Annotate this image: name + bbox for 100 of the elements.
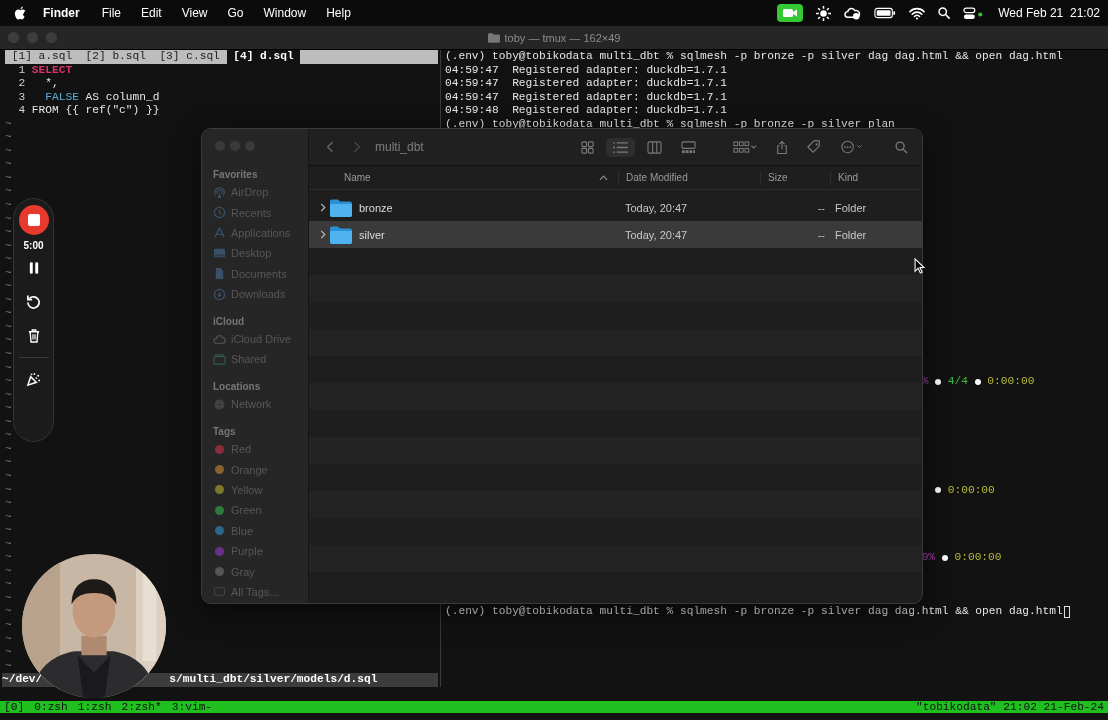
editor-tab[interactable]: [1] a.sql <box>5 50 79 64</box>
empty-line-marker: ~ <box>5 469 12 484</box>
brightness-icon[interactable] <box>816 5 832 21</box>
stop-recording-button[interactable] <box>18 205 49 235</box>
terminal-line: 04:59:47 Registered adapter: duckdb=1.7.1 <box>445 63 728 78</box>
empty-line-marker: ~ <box>5 185 12 199</box>
camera-icon[interactable] <box>777 4 804 22</box>
code-line: *, <box>44 77 59 91</box>
wifi-icon[interactable] <box>909 6 926 20</box>
empty-line-marker: ~ <box>5 442 12 457</box>
empty-line-marker: ~ <box>5 375 12 389</box>
apple-logo-icon[interactable] <box>14 6 26 20</box>
date-modified: Today, 20:47 <box>624 201 689 214</box>
separator-dot <box>935 378 942 385</box>
restart-icon[interactable] <box>26 294 41 309</box>
empty-line-marker: ~ <box>5 253 12 267</box>
terminal-line: 04:59:47 Registered adapter: duckdb=1.7.1 <box>445 77 728 91</box>
editor-tab[interactable]: [3] c.sql <box>152 50 227 64</box>
icon-view-icon[interactable] <box>581 140 594 154</box>
folder-icon <box>330 225 352 244</box>
terminal-command: (.env) toby@tobikodata multi_dbt % sqlmesh -p bronze -p silver dag dag.html && open dag.html <box>445 605 1063 619</box>
more-icon[interactable] <box>840 140 864 154</box>
empty-line-marker: ~ <box>5 361 12 376</box>
code-line: SELECT <box>31 63 73 78</box>
empty-line-marker: ~ <box>5 456 12 470</box>
gallery-view-icon[interactable] <box>681 140 696 154</box>
empty-line-marker: ~ <box>5 537 12 552</box>
doc-icon <box>213 267 226 281</box>
column-view-icon[interactable] <box>647 140 662 154</box>
pause-icon[interactable] <box>28 262 39 274</box>
tag-icon[interactable] <box>807 140 821 154</box>
apps-icon <box>213 226 226 240</box>
menu-bar-clock[interactable]: Wed Feb 21 21:02 <box>998 6 1100 20</box>
line-number: 2 <box>17 77 26 91</box>
empty-line-marker: ~ <box>5 415 12 430</box>
terminal-line: 04:59:48 Registered adapter: duckdb=1.7.1 <box>445 104 728 118</box>
confetti-icon[interactable] <box>26 372 41 387</box>
empty-line-marker: ~ <box>5 551 12 565</box>
folder-icon <box>487 32 500 43</box>
menu-item[interactable]: File <box>101 6 121 20</box>
session-label: [0] <box>4 700 25 714</box>
search-icon[interactable] <box>938 7 951 19</box>
terminal-line: 04:59:47 Registered adapter: duckdb=1.7.1 <box>445 90 728 105</box>
disclosure-icon[interactable] <box>320 230 326 239</box>
file-row[interactable]: silver Today, 20:47 -- Folder <box>309 221 922 248</box>
empty-line-marker: ~ <box>5 307 12 321</box>
disclosure-icon[interactable] <box>320 203 326 212</box>
file-size: -- <box>816 228 826 241</box>
tmux-window[interactable]: 3:vim- <box>171 700 213 714</box>
editor-tab[interactable]: [2] b.sql <box>78 50 153 64</box>
tmux-window[interactable]: 2:zsh* <box>121 700 162 714</box>
elapsed-time: 0:00:00 <box>947 483 995 498</box>
empty-line-marker: ~ <box>5 646 12 660</box>
separator-dot <box>941 555 948 561</box>
cloud-icon[interactable] <box>844 5 862 21</box>
file-name: silver <box>359 228 385 241</box>
window-title: toby — tmux — 162×49 <box>504 31 621 44</box>
line-number: 4 <box>17 104 26 118</box>
trash-icon[interactable] <box>27 329 40 343</box>
empty-line-marker: ~ <box>5 117 12 132</box>
column-header[interactable]: Kind <box>830 170 922 185</box>
recording-timer: 5:00 <box>23 240 44 251</box>
share-icon[interactable] <box>776 139 788 155</box>
menu-item[interactable]: Go <box>227 6 244 20</box>
file-kind: Folder <box>834 201 868 214</box>
empty-line-marker: ~ <box>5 293 12 308</box>
empty-line-marker: ~ <box>5 348 12 362</box>
empty-line-marker: ~ <box>5 334 12 349</box>
empty-line-marker: ~ <box>5 388 12 403</box>
menu-item[interactable]: View <box>181 6 208 20</box>
group-by-icon[interactable] <box>733 140 757 154</box>
column-header[interactable]: Date Modified <box>618 170 760 185</box>
file-row[interactable]: bronze Today, 20:47 -- Folder <box>309 194 922 221</box>
tmux-window[interactable]: 1:zsh <box>77 700 112 714</box>
tag-icon <box>213 585 226 599</box>
control-center-icon[interactable] <box>963 6 984 20</box>
menu-item[interactable]: Edit <box>141 6 162 20</box>
mouse-pointer-icon <box>914 258 925 274</box>
sidebar-heading: iCloud <box>213 314 246 329</box>
empty-line-marker: ~ <box>5 131 12 145</box>
elapsed-time: 0:00:00 <box>987 375 1035 389</box>
column-header[interactable]: Size <box>760 170 830 185</box>
back-icon[interactable] <box>326 141 334 153</box>
list-view-button[interactable] <box>606 137 635 157</box>
editor-tab[interactable]: [4] d.sql <box>226 50 301 64</box>
file-path: ~/dev/ <box>2 673 43 687</box>
terminal-line: (.env) toby@tobikodata multi_dbt % sqlmesh -p bronze -p silver plan <box>445 117 896 132</box>
empty-line-marker: ~ <box>5 280 12 294</box>
empty-line-marker: ~ <box>5 605 12 619</box>
app-menu[interactable]: Finder <box>43 6 80 20</box>
progress-percent: 0% <box>921 551 936 565</box>
menu-item[interactable]: Window <box>263 6 307 20</box>
menu-item[interactable]: Help <box>326 6 351 20</box>
separator-dot <box>935 487 942 494</box>
globe-icon <box>213 397 226 411</box>
empty-line-marker: ~ <box>5 483 12 498</box>
battery-icon[interactable] <box>874 7 897 19</box>
tmux-window[interactable]: 0:zsh <box>34 700 68 714</box>
file-path: s/multi_dbt/silver/models/d.sql <box>169 673 378 687</box>
column-header[interactable]: Name <box>309 170 618 185</box>
